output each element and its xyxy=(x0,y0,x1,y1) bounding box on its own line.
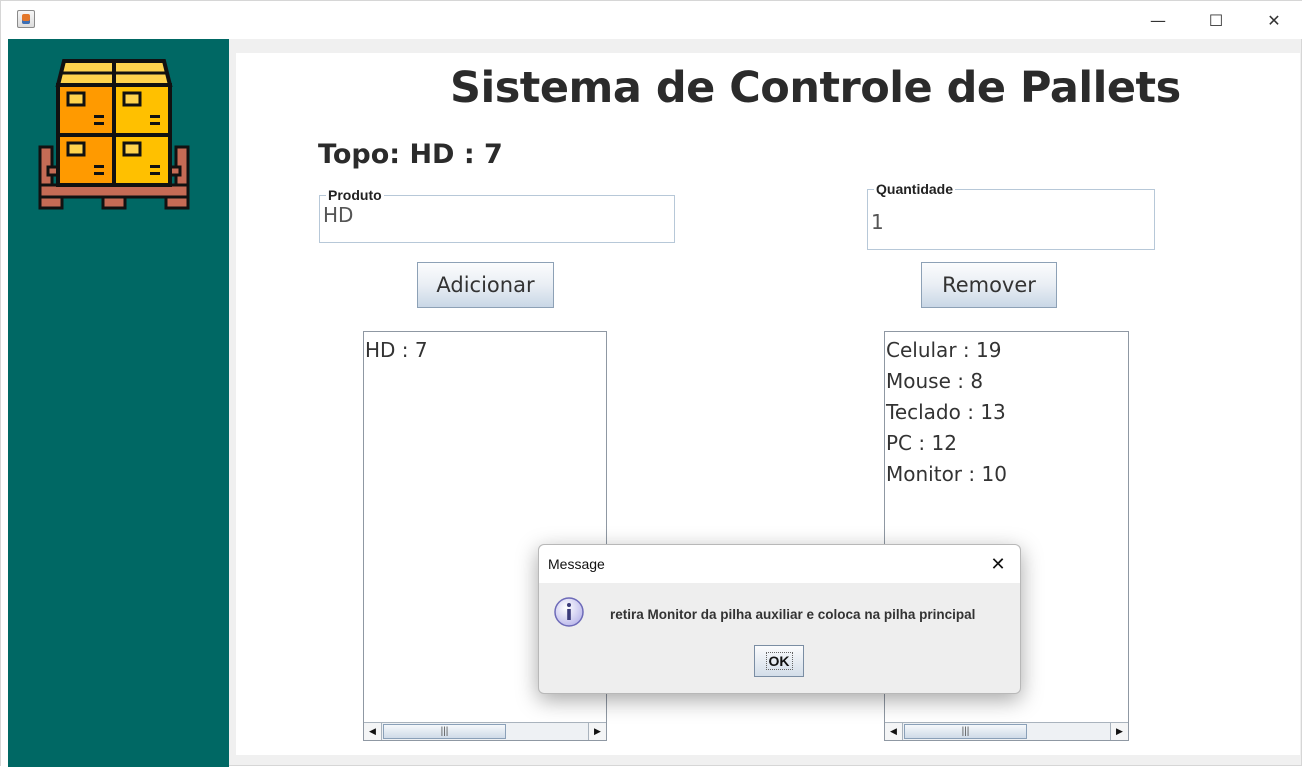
top-of-stack-label: Topo: HD : 7 xyxy=(318,139,503,170)
minimize-button[interactable]: — xyxy=(1129,1,1187,39)
list-item[interactable]: Mouse : 8 xyxy=(886,367,1127,398)
list-item[interactable]: Teclado : 13 xyxy=(886,398,1127,429)
page-title: Sistema de Controle de Pallets xyxy=(450,63,1181,113)
quantidade-label: Quantidade xyxy=(876,181,954,197)
scroll-thumb[interactable]: ||| xyxy=(383,724,506,739)
horizontal-scrollbar[interactable]: ◀ ||| ▶ xyxy=(885,722,1128,740)
scroll-right-arrow-icon[interactable]: ▶ xyxy=(1110,723,1128,740)
app-window: — ☐ ✕ Sistema de Controle de Pallets Top… xyxy=(0,0,1302,767)
ok-button-label: OK xyxy=(765,652,793,670)
dialog-close-button[interactable]: ✕ xyxy=(984,550,1012,578)
close-window-button[interactable]: ✕ xyxy=(1245,1,1302,39)
scroll-left-arrow-icon[interactable]: ◀ xyxy=(885,723,903,740)
scroll-left-arrow-icon[interactable]: ◀ xyxy=(364,723,382,740)
produto-fieldset: Produto xyxy=(319,188,675,243)
quantidade-fieldset: Quantidade xyxy=(867,182,1155,250)
produto-label: Produto xyxy=(328,187,382,203)
adicionar-button[interactable]: Adicionar xyxy=(417,262,554,308)
remover-button[interactable]: Remover xyxy=(921,262,1057,308)
list-item[interactable]: Monitor : 10 xyxy=(886,460,1127,491)
list-item[interactable]: Celular : 19 xyxy=(886,336,1127,367)
list-item[interactable]: PC : 12 xyxy=(886,429,1127,460)
ok-button[interactable]: OK xyxy=(754,645,804,677)
info-icon xyxy=(554,597,584,627)
scroll-thumb[interactable]: ||| xyxy=(904,724,1027,739)
window-edge xyxy=(1,39,8,767)
dialog-message: retira Monitor da pilha auxiliar e coloc… xyxy=(610,607,976,622)
sidebar xyxy=(8,39,229,767)
list-item[interactable]: HD : 7 xyxy=(365,336,605,367)
dialog-title-bar: Message ✕ xyxy=(539,545,1020,583)
maximize-button[interactable]: ☐ xyxy=(1187,1,1245,39)
produto-input[interactable] xyxy=(320,202,674,228)
dialog-title: Message xyxy=(548,556,605,572)
quantidade-input[interactable] xyxy=(868,196,1154,235)
java-app-icon[interactable] xyxy=(17,10,35,28)
message-dialog: Message ✕ retira Monitor da pilha auxili… xyxy=(538,544,1021,694)
title-bar: — ☐ ✕ xyxy=(1,1,1302,39)
pallet-boxes-logo xyxy=(38,59,190,210)
horizontal-scrollbar[interactable]: ◀ ||| ▶ xyxy=(364,722,606,740)
scroll-right-arrow-icon[interactable]: ▶ xyxy=(588,723,606,740)
